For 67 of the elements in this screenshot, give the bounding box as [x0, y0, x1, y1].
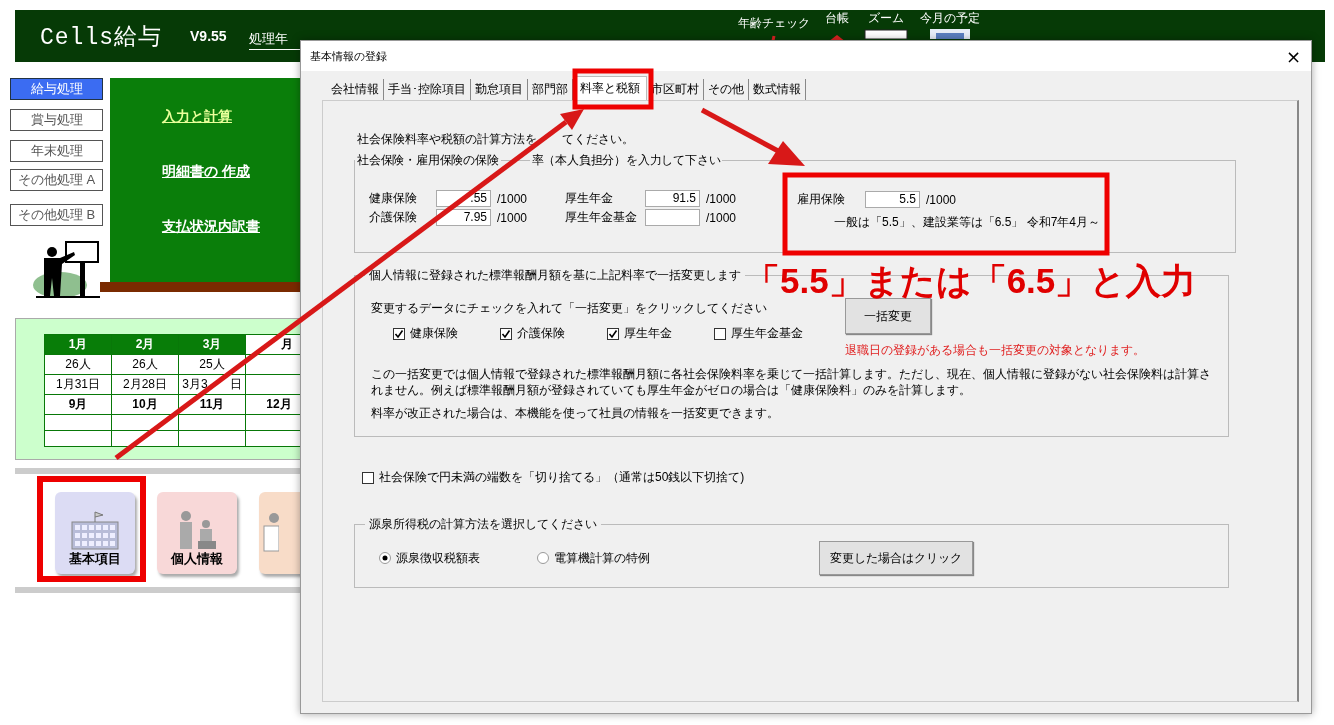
cell-text: 日 — [229, 376, 242, 393]
field-label: 健康保険 — [369, 190, 418, 207]
warning-text: 退職日の登録がある場合も一括変更の対象となります。 — [845, 342, 1145, 359]
menu-button[interactable]: その他処理 A — [10, 169, 103, 191]
radio-button[interactable]: 電算機計算の特例 — [537, 549, 695, 567]
input-field[interactable] — [645, 209, 700, 226]
input-field[interactable]: 91.5 — [645, 190, 700, 207]
tab[interactable]: 部門部 — [528, 79, 573, 100]
group-title: 個人情報に登録された標準報酬月額を基に上記料率で一括変更します — [365, 268, 745, 283]
checkbox[interactable]: 厚生年金基金 — [714, 325, 821, 342]
field-label: 厚生年金基金 — [565, 209, 638, 226]
month-header: 1月 — [44, 334, 112, 355]
month-header: 2月 — [111, 334, 179, 355]
callout-text: 「5.5」または「6.5」と入力 — [745, 262, 1197, 301]
field-label: 介護保険 — [369, 209, 418, 226]
close-button[interactable]: × — [1275, 45, 1311, 67]
instruction-text: 社会保険料率や税額の計算方法を — [357, 132, 537, 146]
checkbox[interactable]: 健康保険 — [393, 325, 500, 342]
menu-link[interactable]: 支払状況内訳書 — [162, 218, 292, 236]
unit-label: /1000 — [497, 210, 528, 225]
tab[interactable]: その他 — [704, 79, 749, 100]
input-field[interactable]: 7.95 — [436, 209, 491, 226]
field-label: 厚生年金 — [565, 190, 614, 207]
menu-button[interactable]: 給与処理 — [10, 78, 103, 100]
table-cell: 1月31日 — [44, 374, 112, 395]
app-title: Cells給与 — [40, 23, 162, 52]
note-text: この一括変更では個人情報で登録された標準報酬月額に各社会保険料率を乗じて一括計算します。ただし、現在、個人情報に登録がない社会保険料は計算されません。例えば標準報酬月額が登録されていても厚生年金がゼロの場合は「健康保険料」のみを計算します。 — [371, 367, 1211, 399]
unit-label: /1000 — [706, 210, 737, 225]
cell-text: 3月3 — [182, 376, 208, 393]
unit-label: /1000 — [497, 191, 528, 206]
instruction-text: てください。 — [562, 132, 634, 146]
apply-button[interactable]: 変更した場合はクリック — [819, 541, 973, 575]
checkbox[interactable]: 介護保険 — [500, 325, 607, 342]
presenter-drawing — [30, 240, 102, 298]
unit-label: /1000 — [926, 192, 957, 207]
tab[interactable]: 会社情報 — [327, 79, 384, 100]
input-field[interactable]: 5.5 — [865, 191, 920, 208]
group-title: 率（本人負担分）を入力して下さい — [529, 153, 723, 168]
menu-link[interactable]: 明細書の 作成 — [162, 163, 292, 181]
menu-button[interactable]: 年末処理 — [10, 140, 103, 162]
tab[interactable]: 手当･控除項目 — [384, 79, 471, 100]
tab[interactable]: 数式情報 — [749, 79, 806, 100]
dialog-title: 基本情報の登録 — [310, 48, 387, 64]
toolbar-button[interactable]: ズーム — [863, 10, 908, 50]
version-label: V9.55 — [190, 28, 227, 44]
worker-icon — [263, 512, 279, 552]
note-text: 一般は「5.5」、建設業等は「6.5」 令和7年4月～ — [834, 214, 1101, 231]
field-label: 雇用保険 — [797, 191, 846, 208]
table-cell: 26人 — [44, 354, 112, 375]
building-icon — [68, 510, 122, 550]
group-title: 源泉所得税の計算方法を選択してください — [365, 517, 601, 532]
checkbox[interactable]: 厚生年金 — [607, 325, 714, 342]
bulk-change-button[interactable]: 一括変更 — [845, 298, 931, 334]
tab[interactable]: 勤怠項目 — [471, 79, 528, 100]
month-header: 9月 — [44, 394, 112, 415]
radio-button[interactable]: 源泉徴収税額表 — [379, 549, 537, 567]
checkbox[interactable]: 社会保険で円未満の端数を「切り捨てる」（通常は50銭以下切捨て) — [362, 469, 1297, 486]
launcher-button[interactable]: 基本項目 — [55, 492, 135, 574]
instruction-text: 変更するデータにチェックを入れて「一括変更」をクリックしてください — [371, 301, 767, 315]
month-header: 3月 — [178, 334, 246, 355]
launcher-button[interactable]: 個人情報 — [157, 492, 237, 574]
note-text: 料率が改正された場合は、本機能を使って社員の情報を一括変更できます。 — [371, 406, 780, 422]
menu-link[interactable]: 入力と計算 — [162, 108, 292, 126]
unit-label: /1000 — [706, 191, 737, 206]
menu-button[interactable]: その他処理 B — [10, 204, 103, 226]
group-title: 社会保険・雇用保険の保険 — [355, 153, 501, 168]
menu-button[interactable]: 賞与処理 — [10, 109, 103, 131]
